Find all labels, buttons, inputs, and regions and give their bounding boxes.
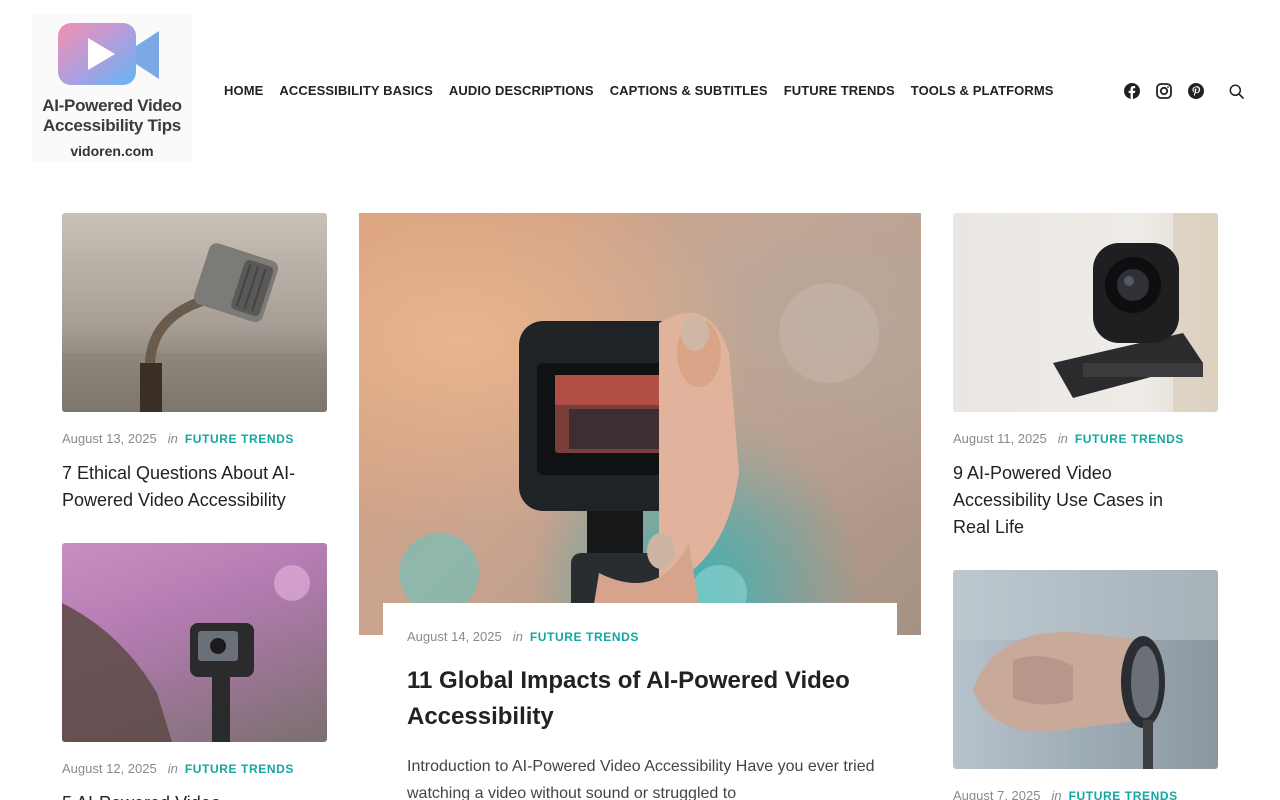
post-thumbnail[interactable] xyxy=(953,570,1218,769)
vr-headset-image xyxy=(953,570,1218,769)
site-header: AI-Powered Video Accessibility Tips vido… xyxy=(0,0,1280,180)
post-meta: August 7, 2025 in FUTURE TRENDS xyxy=(953,788,1218,800)
post-date: August 13, 2025 xyxy=(62,431,157,446)
instagram-icon[interactable] xyxy=(1154,81,1174,101)
pinterest-icon[interactable] xyxy=(1186,81,1206,101)
post-meta: August 11, 2025 in FUTURE TRENDS xyxy=(953,431,1218,447)
post-card-ethical-questions: August 13, 2025 in FUTURE TRENDS 7 Ethical… xyxy=(62,213,327,514)
nav-audio-descriptions[interactable]: AUDIO DESCRIPTIONS xyxy=(449,82,594,100)
featured-post-title[interactable]: 11 Global Impacts of AI-Powered Video Ac… xyxy=(407,663,877,735)
in-label: in xyxy=(167,761,178,776)
post-title[interactable]: 7 Ethical Questions About AI- Powered Vi… xyxy=(62,460,327,514)
post-card-5-ai-powered: August 12, 2025 in FUTURE TRENDS 5 AI-Powe… xyxy=(62,543,327,800)
nav-captions-subtitles[interactable]: CAPTIONS & SUBTITLES xyxy=(610,82,768,100)
nav-tools-platforms[interactable]: TOOLS & PLATFORMS xyxy=(911,82,1054,100)
in-label: in xyxy=(1051,788,1062,800)
post-thumbnail[interactable] xyxy=(953,213,1218,412)
post-thumbnail[interactable] xyxy=(62,543,327,742)
post-meta: August 13, 2025 in FUTURE TRENDS xyxy=(62,431,327,447)
in-label: in xyxy=(512,629,523,644)
category-link[interactable]: FUTURE TRENDS xyxy=(1069,789,1178,800)
ptz-camera-image xyxy=(1053,213,1218,412)
facebook-icon[interactable] xyxy=(1122,81,1142,101)
logo-title: AI-Powered Video Accessibility Tips xyxy=(42,96,182,135)
category-link[interactable]: FUTURE TRENDS xyxy=(530,630,639,644)
post-date: August 12, 2025 xyxy=(62,761,157,776)
video-camera-logo-icon xyxy=(58,23,159,85)
main-nav: HOME ACCESSIBILITY BASICS AUDIO DESCRIPT… xyxy=(224,82,1054,100)
post-meta: August 14, 2025 in FUTURE TRENDS xyxy=(407,629,639,645)
nav-accessibility-basics[interactable]: ACCESSIBILITY BASICS xyxy=(279,82,432,100)
site-logo[interactable]: AI-Powered Video Accessibility Tips vido… xyxy=(32,14,192,162)
post-card-use-cases: August 11, 2025 in FUTURE TRENDS 9 AI-Powe… xyxy=(953,213,1218,541)
category-link[interactable]: FUTURE TRENDS xyxy=(1075,432,1184,446)
featured-post-image[interactable] xyxy=(359,213,921,635)
nav-future-trends[interactable]: FUTURE TRENDS xyxy=(784,82,895,100)
category-link[interactable]: FUTURE TRENDS xyxy=(185,432,294,446)
nav-home[interactable]: HOME xyxy=(224,82,263,100)
in-label: in xyxy=(167,431,178,446)
logo-domain: vidoren.com xyxy=(70,143,154,159)
post-meta: August 12, 2025 in FUTURE TRENDS xyxy=(62,761,327,777)
post-title[interactable]: 9 AI-Powered Video Accessibility Use Cas… xyxy=(953,460,1193,541)
post-card-vr-headset: August 7, 2025 in FUTURE TRENDS xyxy=(953,570,1218,800)
category-link[interactable]: FUTURE TRENDS xyxy=(185,762,294,776)
social-links xyxy=(1122,81,1246,101)
in-label: in xyxy=(1057,431,1068,446)
post-date: August 7, 2025 xyxy=(953,788,1041,800)
post-title[interactable]: 5 AI-Powered Video xyxy=(62,790,327,800)
post-date: August 14, 2025 xyxy=(407,629,502,644)
featured-post-card: August 14, 2025 in FUTURE TRENDS 11 Global… xyxy=(383,603,897,800)
post-date: August 11, 2025 xyxy=(953,431,1047,446)
hand-holding-camera-image xyxy=(399,283,879,635)
camera-on-stand-image xyxy=(62,243,327,412)
featured-post-excerpt: Introduction to AI-Powered Video Accessi… xyxy=(407,758,875,800)
search-icon[interactable] xyxy=(1226,81,1246,101)
action-camera-image xyxy=(62,565,310,742)
post-thumbnail[interactable] xyxy=(62,213,327,412)
